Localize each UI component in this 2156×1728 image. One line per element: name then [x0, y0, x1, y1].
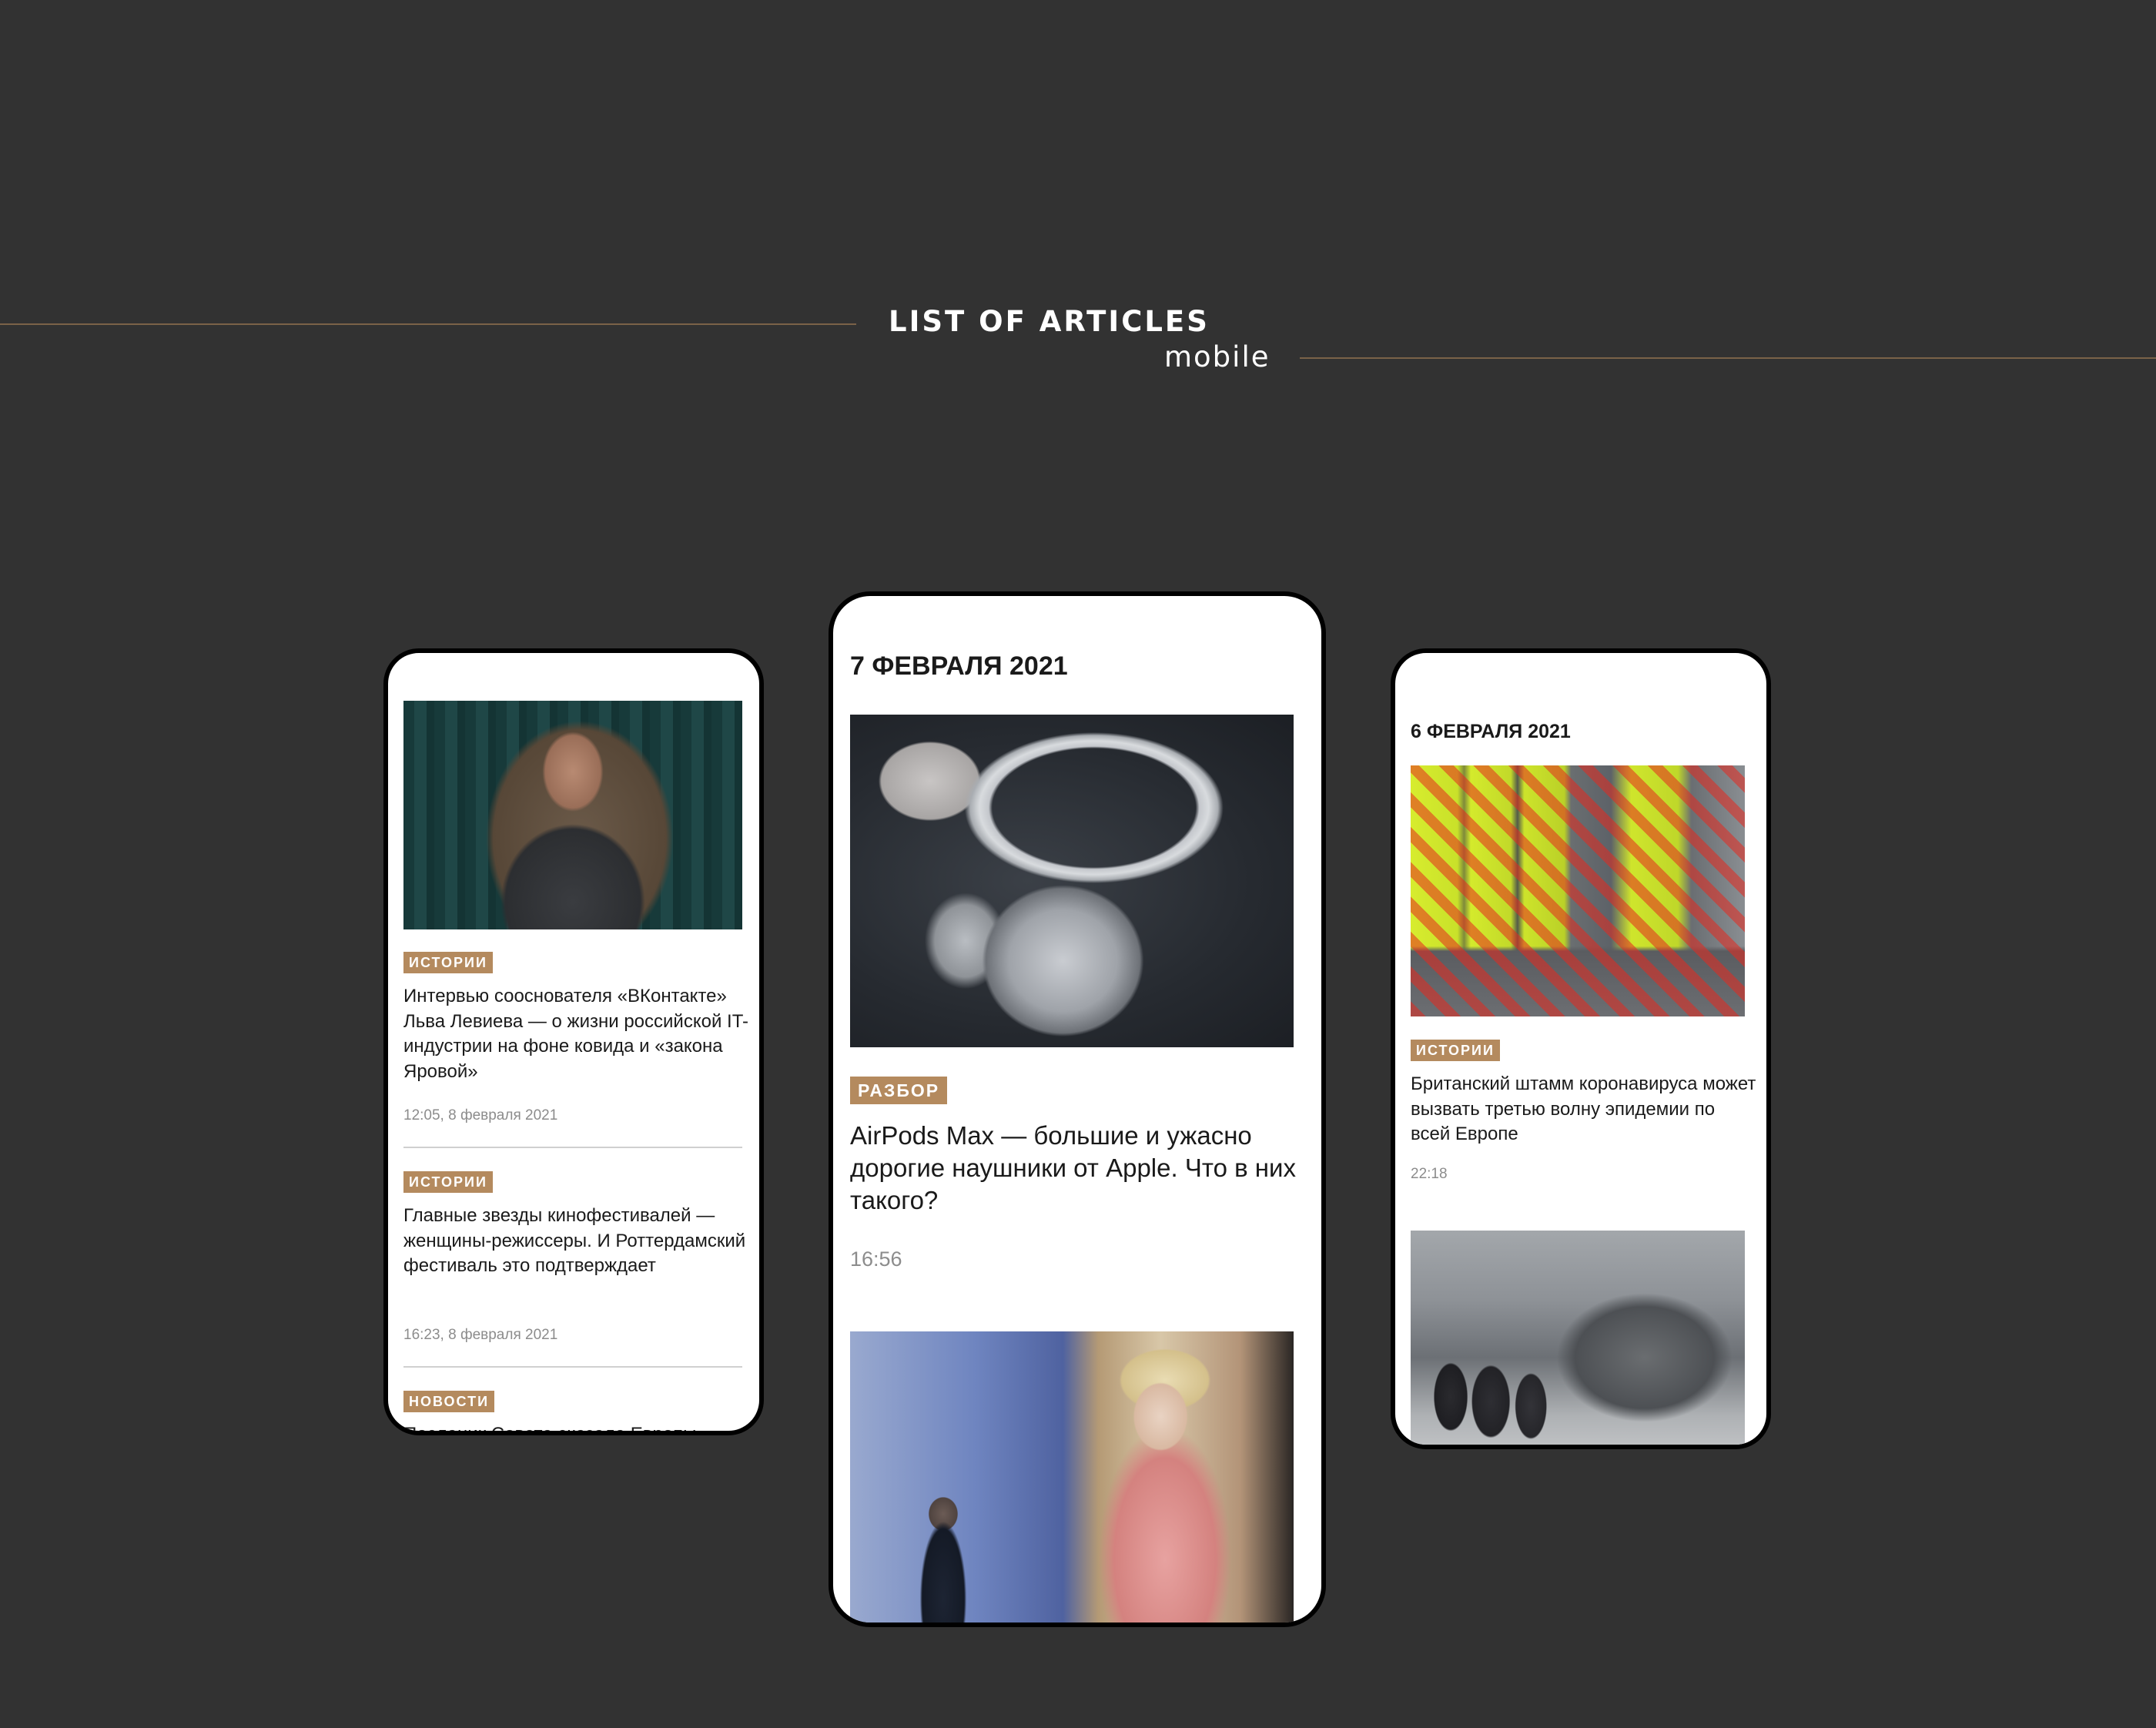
- section-subtitle: mobile: [1164, 340, 1270, 373]
- header-divider-right: [1300, 357, 2156, 359]
- article-image[interactable]: [403, 701, 742, 929]
- article-image[interactable]: [1411, 1231, 1745, 1445]
- article-title[interactable]: Интервью сооснователя «ВКонтакте» Льва Л…: [403, 984, 750, 1085]
- section-title: LIST OF ARTICLES: [889, 305, 1210, 338]
- article-meta: 22:18: [1411, 1166, 1448, 1182]
- article-tag[interactable]: ИСТОРИИ: [1411, 1040, 1500, 1061]
- article-meta: 16:23, 8 февраля 2021: [403, 1327, 558, 1343]
- article-image[interactable]: [850, 715, 1294, 1047]
- article-meta: 16:56: [850, 1247, 902, 1271]
- article-tag[interactable]: РАЗБОР: [850, 1077, 948, 1104]
- article-title[interactable]: AirPods Max — большие и ужасно дорогие н…: [850, 1120, 1301, 1217]
- date-heading: 7 ФЕВРАЛЯ 2021: [850, 651, 1068, 681]
- article-tag[interactable]: НОВОСТИ: [403, 1391, 495, 1412]
- phone-mockup-center: 7 ФЕВРАЛЯ 2021 РАЗБОР AirPods Max — боль…: [829, 591, 1326, 1627]
- article-tag[interactable]: ИСТОРИИ: [403, 1171, 493, 1193]
- header-divider-left: [0, 323, 856, 325]
- article-title[interactable]: Посланик Совета сказала Европы: [403, 1422, 750, 1431]
- date-heading: 6 ФЕВРАЛЯ 2021: [1411, 721, 1571, 742]
- article-title[interactable]: Британский штамм коронавируса может вызв…: [1411, 1072, 1757, 1147]
- phone-mockup-left: ИСТОРИИ Интервью сооснователя «ВКонтакте…: [383, 648, 764, 1435]
- article-image[interactable]: [1411, 765, 1745, 1016]
- article-title[interactable]: Главные звезды кинофестивалей — женщины-…: [403, 1204, 750, 1279]
- article-image[interactable]: [850, 1331, 1294, 1623]
- divider: [403, 1366, 742, 1368]
- divider: [403, 1147, 742, 1148]
- phone-mockup-right: 6 ФЕВРАЛЯ 2021 ИСТОРИИ Британский штамм …: [1391, 648, 1771, 1449]
- article-tag[interactable]: ИСТОРИИ: [403, 952, 493, 973]
- article-meta: 12:05, 8 февраля 2021: [403, 1107, 558, 1124]
